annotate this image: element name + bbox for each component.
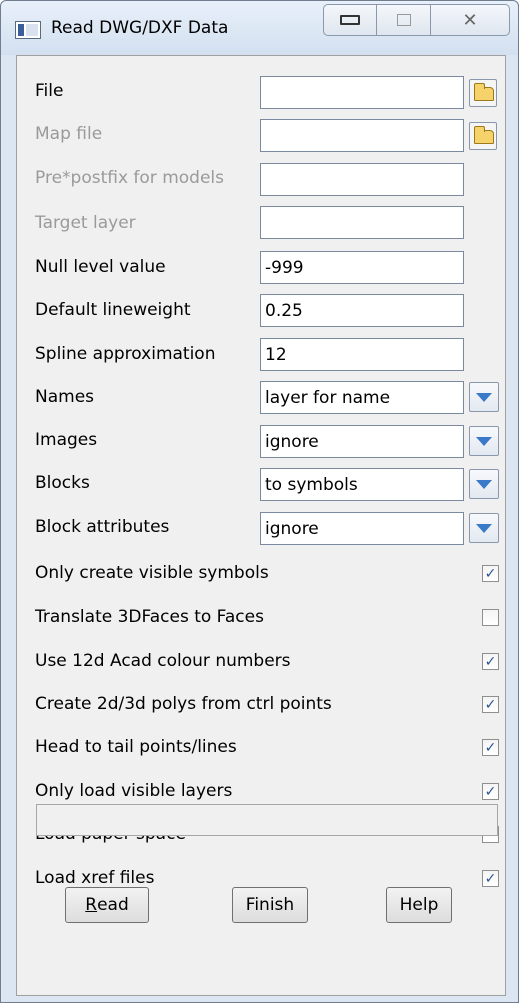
blocks-dropdown-button[interactable]	[469, 469, 499, 499]
block-attributes-dropdown-button[interactable]	[469, 513, 499, 543]
translate-3dfaces-label: Translate 3DFaces to Faces	[35, 607, 264, 627]
close-button[interactable]: ✕	[431, 4, 510, 36]
maximize-button[interactable]	[377, 4, 431, 36]
block-attributes-select[interactable]: ignore	[260, 512, 464, 545]
use-12d-colours-checkbox[interactable]: ✓	[482, 653, 499, 670]
checkmark-icon: ✓	[484, 739, 497, 756]
head-to-tail-label: Head to tail points/lines	[35, 737, 237, 757]
chevron-down-icon	[476, 524, 492, 533]
status-message-box	[36, 804, 498, 836]
spline-label: Spline approximation	[35, 344, 216, 364]
read-button[interactable]: Read	[65, 887, 149, 923]
maximize-icon	[396, 14, 411, 26]
head-to-tail-checkbox[interactable]: ✓	[482, 739, 499, 756]
read-label: ead	[97, 895, 129, 915]
folder-icon	[474, 126, 494, 144]
blocks-label: Blocks	[35, 473, 90, 493]
blocks-select[interactable]: to symbols	[260, 468, 464, 501]
close-icon: ✕	[462, 9, 478, 31]
checkmark-icon: ✓	[484, 783, 497, 800]
only-visible-layers-label: Only load visible layers	[35, 781, 233, 801]
target-layer-label: Target layer	[35, 213, 136, 233]
read-mnemonic: R	[85, 895, 98, 915]
dialog-panel: File Map file Pre*postfix for models Tar…	[16, 55, 506, 996]
xref-files-label: Load xref files	[35, 868, 155, 888]
file-label: File	[35, 81, 64, 101]
read-dwg-dxf-window: Read DWG/DXF Data ✕ File Map file Pre*po…	[0, 0, 519, 1003]
only-visible-symbols-label: Only create visible symbols	[35, 563, 269, 583]
only-visible-symbols-checkbox[interactable]: ✓	[482, 565, 499, 582]
prefix-input[interactable]	[260, 163, 464, 196]
spline-input[interactable]: 12	[260, 338, 464, 371]
null-level-label: Null level value	[35, 257, 166, 277]
xref-files-checkbox[interactable]: ✓	[482, 870, 499, 887]
app-window-icon	[15, 21, 41, 39]
only-visible-layers-checkbox[interactable]: ✓	[482, 783, 499, 800]
names-dropdown-button[interactable]	[469, 382, 499, 412]
map-file-browse-button[interactable]	[469, 122, 497, 150]
window-title: Read DWG/DXF Data	[51, 18, 229, 38]
names-select[interactable]: layer for name	[260, 381, 464, 414]
checkmark-icon: ✓	[484, 870, 497, 887]
use-12d-colours-label: Use 12d Acad colour numbers	[35, 651, 291, 671]
translate-3dfaces-checkbox[interactable]	[482, 609, 499, 626]
block-attributes-label: Block attributes	[35, 517, 170, 537]
checkmark-icon: ✓	[484, 565, 497, 582]
prefix-label: Pre*postfix for models	[35, 168, 224, 188]
finish-button[interactable]: Finish	[232, 887, 308, 923]
images-select[interactable]: ignore	[260, 425, 464, 458]
create-polys-label: Create 2d/3d polys from ctrl points	[35, 694, 332, 714]
chevron-down-icon	[476, 480, 492, 489]
target-layer-input[interactable]	[260, 206, 464, 239]
checkmark-icon: ✓	[484, 653, 497, 670]
file-input[interactable]	[260, 76, 464, 109]
folder-icon	[474, 83, 494, 101]
chevron-down-icon	[476, 393, 492, 402]
checkmark-icon: ✓	[484, 696, 497, 713]
create-polys-checkbox[interactable]: ✓	[482, 696, 499, 713]
help-button[interactable]: Help	[386, 887, 452, 923]
images-label: Images	[35, 430, 98, 450]
lineweight-label: Default lineweight	[35, 300, 191, 320]
map-file-label: Map file	[35, 124, 103, 144]
title-bar[interactable]: Read DWG/DXF Data ✕	[1, 1, 518, 55]
names-label: Names	[35, 387, 95, 407]
null-level-input[interactable]: -999	[260, 251, 464, 284]
minimize-button[interactable]	[323, 4, 377, 36]
window-controls: ✕	[323, 4, 510, 36]
images-dropdown-button[interactable]	[469, 426, 499, 456]
chevron-down-icon	[476, 437, 492, 446]
file-browse-button[interactable]	[469, 79, 497, 107]
map-file-input[interactable]	[260, 119, 464, 152]
minimize-icon	[340, 15, 360, 25]
lineweight-input[interactable]: 0.25	[260, 294, 464, 327]
